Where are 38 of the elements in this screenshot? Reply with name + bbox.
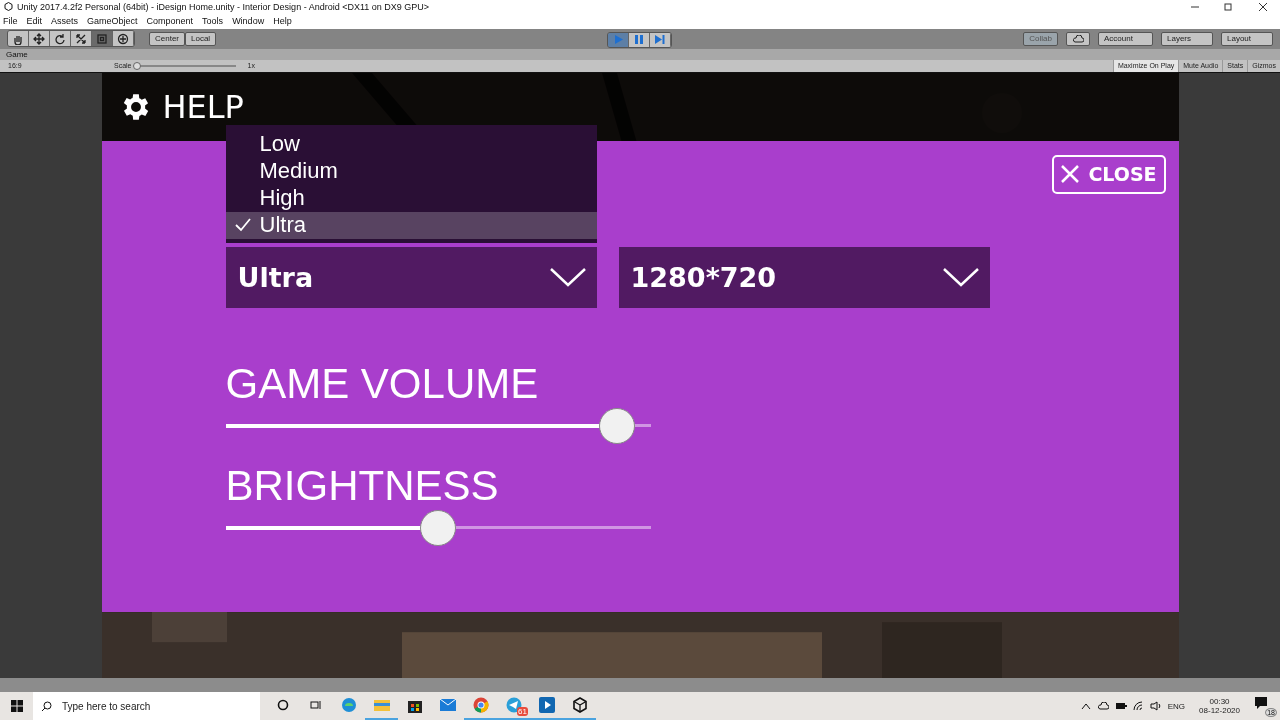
- menu-item[interactable]: Assets: [51, 16, 79, 27]
- dropdown-value: Ultra: [237, 261, 314, 293]
- option-label: High: [259, 185, 305, 212]
- dropdown-option[interactable]: Ultra: [225, 211, 597, 239]
- menu-item[interactable]: GameObject: [87, 16, 138, 27]
- menu-item[interactable]: Component: [146, 16, 194, 27]
- dropdown-value: 1280*720: [630, 261, 777, 293]
- dropdown-option[interactable]: Medium: [225, 157, 597, 185]
- layout-dropdown[interactable]: Layout: [1221, 31, 1273, 46]
- slider-label: BRIGHTNESS: [225, 461, 500, 510]
- close-button[interactable]: CLOSE: [1051, 154, 1166, 194]
- pivot-button[interactable]: Local: [185, 31, 217, 46]
- slider-label: GAME VOLUME: [225, 359, 540, 408]
- search-field[interactable]: Type here to search: [60, 699, 254, 713]
- option-label: Ultra: [259, 212, 306, 239]
- account-dropdown[interactable]: Account: [1098, 31, 1153, 46]
- dropdown-option[interactable]: High: [225, 184, 597, 212]
- window-title: Unity 2017.4.2f2 Personal (64bit) - iDesign Home.unity - Interior Design - Android <DX11 on DX9 GPU>: [17, 2, 430, 12]
- clock-time[interactable]: 00:30: [1209, 697, 1230, 706]
- menu-item[interactable]: Tools: [202, 16, 224, 27]
- option-label: Medium: [259, 158, 338, 185]
- badge: 61: [517, 707, 528, 716]
- dropdown-option[interactable]: Low: [225, 130, 597, 158]
- resolution-dropdown[interactable]: 1280*720: [618, 246, 990, 308]
- option-label: Low: [259, 131, 300, 158]
- quality-dropdown[interactable]: Ultra: [225, 246, 597, 308]
- pivot-button[interactable]: Center: [149, 31, 185, 46]
- menu-item[interactable]: Window: [232, 16, 265, 27]
- language-indicator[interactable]: ENG: [1167, 701, 1186, 711]
- screen-title: HELP: [162, 87, 244, 126]
- taskbar-app[interactable]: 61: [497, 692, 530, 720]
- search-bar[interactable]: Type here to search: [33, 692, 260, 720]
- menu-item[interactable]: File: [3, 16, 18, 27]
- layers-dropdown[interactable]: Layers: [1161, 31, 1213, 46]
- menu-item[interactable]: Help: [273, 16, 292, 27]
- clock-date[interactable]: 08-12-2020: [1199, 706, 1240, 715]
- menu-item[interactable]: Edit: [26, 16, 43, 27]
- game-tab[interactable]: Game: [6, 49, 28, 59]
